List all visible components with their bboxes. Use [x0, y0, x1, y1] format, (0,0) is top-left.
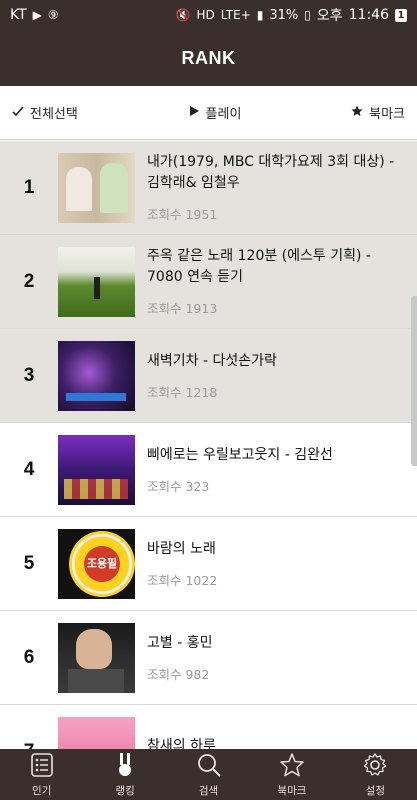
song-title: 내가(1979, MBC 대학가요제 3회 대상) - 김학래& 임철우 [147, 154, 395, 191]
video-thumbnail [58, 246, 135, 317]
play-store-icon: ▶ [32, 8, 42, 22]
list-item[interactable]: 1 내가(1979, MBC 대학가요제 3회 대상) - 김학래& 임철우 조… [0, 141, 417, 235]
song-title: 새벽기차 - 다섯손가락 [147, 352, 277, 369]
video-thumbnail [58, 434, 135, 505]
notification-icon: ⑨ [47, 8, 59, 22]
rank-number: 2 [23, 270, 35, 292]
rank-number: 7 [0, 741, 58, 750]
signal-icon: ▮ [256, 8, 264, 22]
star-icon [351, 105, 363, 121]
select-all-label: 전체선택 [30, 107, 78, 122]
list-item[interactable]: 7 참새의 하루 [0, 705, 417, 749]
checkmark-icon [12, 105, 24, 121]
view-count: 조회수 323 [147, 478, 210, 494]
rank-number: 5 [23, 552, 35, 574]
item-info: 참새의 하루 [135, 736, 417, 749]
nav-bookmark[interactable]: 북마크 [250, 749, 333, 800]
item-info: 새벽기차 - 다섯손가락 조회수 1218 [135, 351, 417, 401]
rank-number: 4 [23, 458, 35, 480]
mute-icon: 🔇 [175, 8, 191, 22]
view-count: 조회수 1913 [147, 301, 218, 316]
search-icon [196, 752, 222, 783]
gear-icon [362, 752, 388, 783]
item-info: 삐에로는 우릴보고웃지 - 김완선 조회수 323 [135, 445, 417, 495]
item-info: 고별 - 홍민 조회수 982 [135, 633, 417, 683]
ampm-label: 오후 [316, 8, 343, 24]
list-item[interactable]: 2 주옥 같은 노래 120분 (에스투 기획) - 7080 연속 듣기 조회… [0, 235, 417, 329]
ranking-list[interactable]: 1 내가(1979, MBC 대학가요제 3회 대상) - 김학래& 임철우 조… [0, 141, 417, 749]
bottom-navigation: 인기 랭킹 검색 북마크 설정 [0, 749, 417, 800]
status-left: KT ▶ ⑨ [10, 7, 59, 23]
nav-label: 설정 [365, 784, 385, 797]
star-icon [279, 752, 305, 783]
play-label: 플레이 [205, 107, 242, 122]
medal-icon [112, 752, 138, 783]
notification-badge: 1 [395, 8, 407, 22]
status-right: 🔇 HD LTE+ ▮ 31% ▯ 오후 11:46 1 [176, 5, 407, 25]
carrier-name: KT [10, 7, 27, 23]
page-title: RANK [181, 47, 236, 68]
bookmark-label: 북마크 [369, 107, 405, 122]
nav-label: 북마크 [277, 784, 307, 797]
app-bar: RANK [0, 30, 417, 86]
battery-percent: 31% [269, 7, 299, 23]
network-label: LTE+ [220, 8, 251, 22]
item-info: 내가(1979, MBC 대학가요제 3회 대상) - 김학래& 임철우 조회수… [135, 152, 417, 223]
clock-time: 11:46 [348, 7, 389, 23]
item-info: 바람의 노래 조회수 1022 [135, 539, 417, 589]
video-thumbnail [58, 622, 135, 693]
item-info: 주옥 같은 노래 120분 (에스투 기획) - 7080 연속 듣기 조회수 … [135, 246, 417, 317]
view-count: 조회수 1022 [147, 572, 218, 588]
video-thumbnail [58, 716, 135, 749]
bookmark-button[interactable]: 북마크 [351, 103, 405, 122]
action-toolbar: 전체선택 플레이 북마크 [0, 86, 417, 140]
nav-label: 검색 [198, 784, 219, 797]
list-item[interactable]: 6 고별 - 홍민 조회수 982 [0, 611, 417, 705]
play-icon [188, 105, 200, 121]
scrollbar-thumb[interactable] [411, 296, 417, 466]
rank-number: 6 [23, 646, 35, 668]
view-count: 조회수 1951 [147, 207, 218, 222]
battery-icon: ▯ [304, 8, 311, 22]
list-icon [29, 752, 55, 783]
thumbnail-caption: 조용필 [86, 556, 118, 570]
list-item[interactable]: 4 삐에로는 우릴보고웃지 - 김완선 조회수 323 [0, 423, 417, 517]
status-bar: KT ▶ ⑨ 🔇 HD LTE+ ▮ 31% ▯ 오후 11:46 1 [0, 0, 417, 30]
rank-number: 3 [23, 364, 35, 386]
song-title: 삐에로는 우릴보고웃지 - 김완선 [147, 446, 333, 463]
nav-ranking[interactable]: 랭킹 [83, 749, 166, 800]
play-button[interactable]: 플레이 [188, 103, 242, 122]
nav-label: 인기 [32, 784, 52, 797]
video-thumbnail: 조용필 [58, 528, 135, 599]
list-item[interactable]: 3 새벽기차 - 다섯손가락 조회수 1218 [0, 329, 417, 423]
view-count: 조회수 1218 [147, 384, 218, 400]
song-title: 고별 - 홍민 [147, 634, 213, 651]
nav-search[interactable]: 검색 [167, 749, 250, 800]
rank-number: 1 [23, 176, 35, 198]
nav-popular[interactable]: 인기 [0, 749, 83, 800]
song-title: 주옥 같은 노래 120분 (에스투 기획) - 7080 연속 듣기 [147, 248, 371, 285]
video-thumbnail [58, 152, 135, 223]
video-thumbnail [58, 340, 135, 411]
list-item[interactable]: 5 조용필 바람의 노래 조회수 1022 [0, 517, 417, 611]
nav-label: 랭킹 [115, 784, 135, 797]
select-all-button[interactable]: 전체선택 [12, 103, 78, 122]
song-title: 참새의 하루 [147, 738, 216, 749]
view-count: 조회수 982 [147, 666, 210, 682]
song-title: 바람의 노래 [147, 540, 216, 557]
hd-icon: HD [196, 8, 215, 22]
nav-settings[interactable]: 설정 [334, 749, 417, 800]
